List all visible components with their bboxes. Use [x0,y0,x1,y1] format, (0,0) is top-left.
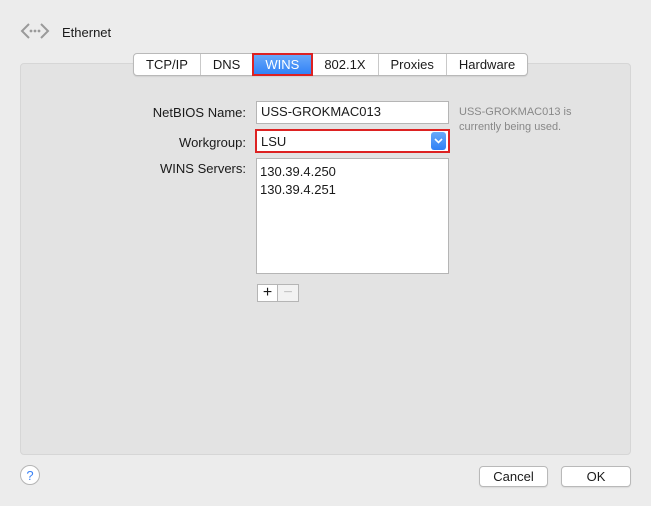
tab-hardware[interactable]: Hardware [447,54,527,75]
tab-proxies[interactable]: Proxies [379,54,447,75]
list-item[interactable]: 130.39.4.251 [260,181,445,199]
add-server-button[interactable]: + [257,284,278,302]
window-title: Ethernet [62,24,112,40]
help-button[interactable]: ? [20,465,40,485]
netbios-label: NetBIOS Name: [152,105,246,120]
netbios-note: USS-GROKMAC013 is currently being used. [459,106,572,133]
netbios-name-field[interactable]: USS-GROKMAC013 [256,101,449,124]
workgroup-value: LSU [261,133,287,149]
workgroup-label: Workgroup: [179,135,246,150]
chevron-down-icon[interactable] [431,132,446,150]
ok-button[interactable]: OK [561,466,631,487]
cancel-button[interactable]: Cancel [479,466,548,487]
tab-tcpip[interactable]: TCP/IP [134,54,201,75]
tab-wins[interactable]: WINS [252,53,314,76]
network-arrows-icon [20,21,50,44]
workgroup-select[interactable]: LSU [255,129,450,153]
add-remove-controls: + − [257,284,299,302]
header: Ethernet [20,18,111,46]
tab-8021x[interactable]: 802.1X [312,54,379,75]
remove-server-button[interactable]: − [278,284,299,302]
wins-servers-label: WINS Servers: [160,161,246,176]
tab-dns[interactable]: DNS [201,54,254,75]
list-item[interactable]: 130.39.4.250 [260,163,445,181]
wins-servers-list[interactable]: 130.39.4.250 130.39.4.251 [256,158,449,274]
tab-bar: TCP/IP DNS WINS 802.1X Proxies Hardware [133,53,529,76]
